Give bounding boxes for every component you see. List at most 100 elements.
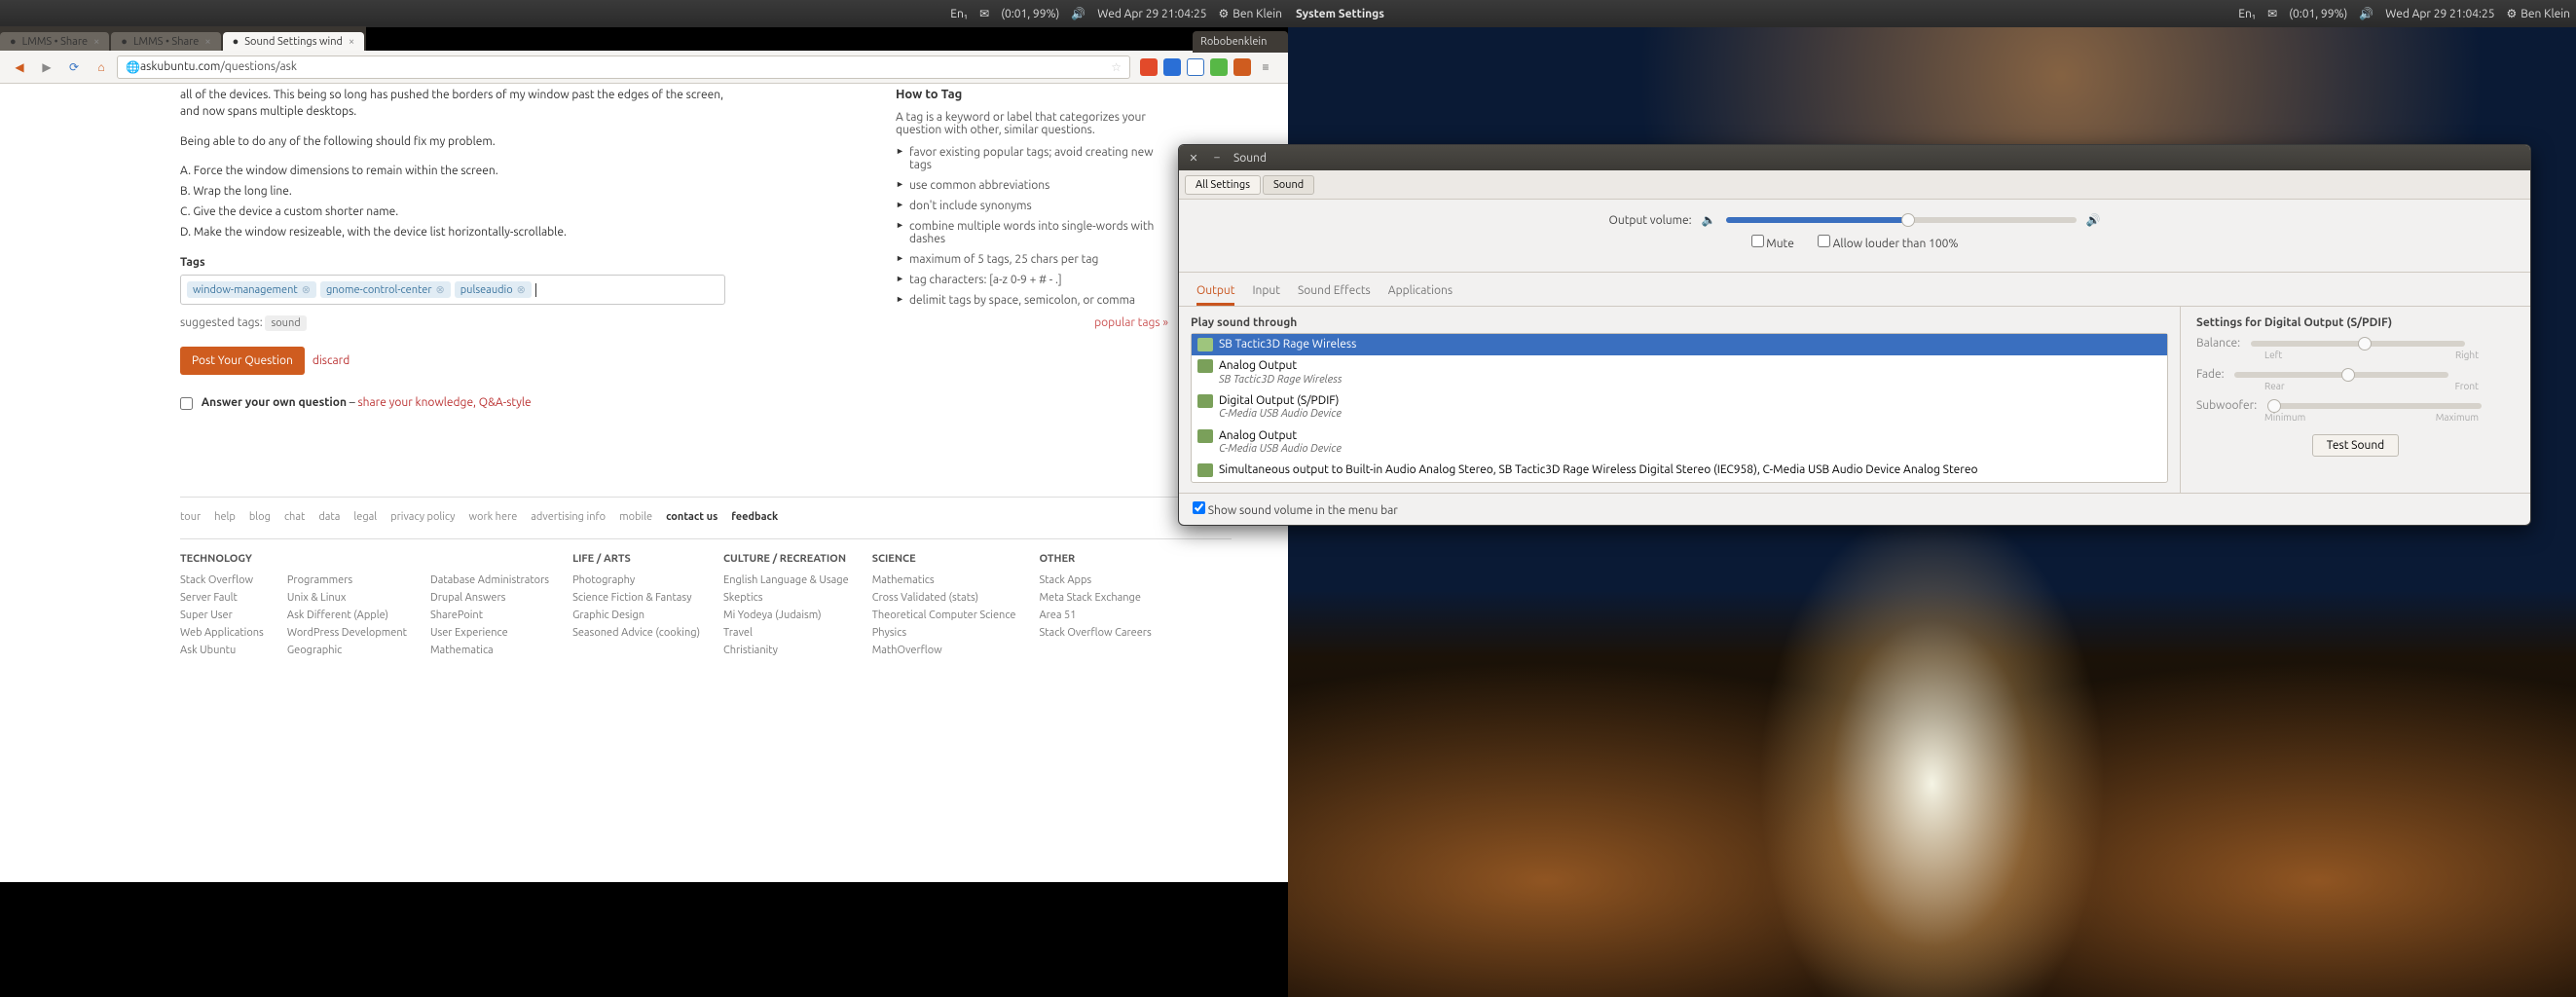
close-icon[interactable]: ✕ bbox=[1187, 151, 1200, 165]
menu-icon[interactable]: ≡ bbox=[1257, 58, 1274, 76]
minimize-icon[interactable]: – bbox=[1210, 151, 1224, 165]
address-bar[interactable]: 🌐 askubuntu.com/questions/ask ☆ bbox=[117, 55, 1130, 79]
clock[interactable]: Wed Apr 29 21:04:25 bbox=[2379, 8, 2500, 20]
window-titlebar[interactable]: ✕ – Sound bbox=[1179, 145, 2530, 170]
footer-link[interactable]: Ask Ubuntu bbox=[180, 645, 264, 656]
footer-link[interactable]: advertising info bbox=[531, 511, 606, 523]
footer-link[interactable]: legal bbox=[353, 511, 377, 523]
footer-link[interactable]: Travel bbox=[723, 627, 849, 639]
subwoofer-slider[interactable] bbox=[2267, 403, 2482, 409]
keyboard-indicator[interactable]: En₁ bbox=[2232, 8, 2262, 20]
footer-link[interactable]: Graphic Design bbox=[572, 609, 700, 621]
crumb-all-settings[interactable]: All Settings bbox=[1185, 175, 1261, 195]
footer-link[interactable]: User Experience bbox=[430, 627, 549, 639]
footer-link[interactable]: chat bbox=[284, 511, 305, 523]
footer-link[interactable]: Stack Apps bbox=[1039, 574, 1151, 586]
footer-link[interactable]: help bbox=[214, 511, 236, 523]
show-volume-checkbox[interactable]: Show sound volume in the menu bar bbox=[1193, 504, 1398, 517]
footer-link[interactable]: privacy policy bbox=[390, 511, 455, 523]
footer-link[interactable]: Mi Yodeya (Judaism) bbox=[723, 609, 849, 621]
browser-tab[interactable]: ●LMMS • Share× bbox=[111, 32, 220, 52]
volume-icon[interactable]: 🔊 bbox=[2353, 7, 2379, 20]
forward-button[interactable]: ▶ bbox=[35, 55, 58, 79]
footer-link[interactable]: Stack Overflow bbox=[180, 574, 264, 586]
volume-icon[interactable]: 🔊 bbox=[1065, 7, 1091, 20]
footer-link[interactable]: Seasoned Advice (cooking) bbox=[572, 627, 700, 639]
test-sound-button[interactable]: Test Sound bbox=[2312, 434, 2399, 457]
ext-icon[interactable] bbox=[1233, 58, 1251, 76]
footer-link[interactable]: SharePoint bbox=[430, 609, 549, 621]
balance-slider[interactable] bbox=[2251, 341, 2465, 347]
footer-link[interactable]: Server Fault bbox=[180, 592, 264, 604]
reload-button[interactable]: ⟳ bbox=[62, 55, 86, 79]
device-item[interactable]: Analog OutputSB Tactic3D Rage Wireless bbox=[1192, 355, 2167, 390]
footer-link[interactable]: Mathematica bbox=[430, 645, 549, 656]
footer-link[interactable]: Mathematics bbox=[872, 574, 1016, 586]
browser-tab[interactable]: ●Sound Settings wind× bbox=[223, 32, 365, 52]
footer-link[interactable]: Theoretical Computer Science bbox=[872, 609, 1016, 621]
footer-link[interactable]: Programmers bbox=[287, 574, 407, 586]
footer-link[interactable]: Super User bbox=[180, 609, 264, 621]
home-button[interactable]: ⌂ bbox=[90, 55, 113, 79]
footer-link[interactable]: Area 51 bbox=[1039, 609, 1151, 621]
ext-icon[interactable] bbox=[1210, 58, 1228, 76]
footer-link[interactable]: Database Administrators bbox=[430, 574, 549, 586]
battery-indicator[interactable]: (0:01, 99%) bbox=[995, 8, 1065, 20]
tag-chip[interactable]: window-management⊗ bbox=[187, 281, 316, 298]
footer-link[interactable]: Ask Different (Apple) bbox=[287, 609, 407, 621]
fade-slider[interactable] bbox=[2234, 372, 2448, 378]
mail-icon[interactable]: ✉ bbox=[2262, 7, 2283, 20]
ext-icon[interactable] bbox=[1163, 58, 1181, 76]
device-item[interactable]: Analog OutputC-Media USB Audio Device bbox=[1192, 425, 2167, 461]
ext-icon[interactable] bbox=[1187, 58, 1204, 76]
footer-link[interactable]: English Language & Usage bbox=[723, 574, 849, 586]
bookmark-icon[interactable]: ☆ bbox=[1111, 60, 1122, 74]
sound-tab[interactable]: Input bbox=[1252, 278, 1280, 306]
sound-tab[interactable]: Applications bbox=[1388, 278, 1453, 306]
allow-louder-checkbox[interactable]: Allow louder than 100% bbox=[1818, 235, 1959, 250]
mute-checkbox[interactable]: Mute bbox=[1751, 235, 1794, 250]
ext-icon[interactable] bbox=[1140, 58, 1158, 76]
footer-link[interactable]: Photography bbox=[572, 574, 700, 586]
tag-chip[interactable]: pulseaudio⊗ bbox=[455, 281, 532, 298]
back-button[interactable]: ◀ bbox=[8, 55, 31, 79]
footer-link[interactable]: Skeptics bbox=[723, 592, 849, 604]
footer-link[interactable]: contact us bbox=[666, 511, 718, 523]
device-item[interactable]: Simultaneous output to Built-in Audio An… bbox=[1192, 460, 2167, 481]
footer-link[interactable]: WordPress Development bbox=[287, 627, 407, 639]
footer-link[interactable]: feedback bbox=[731, 511, 778, 523]
footer-link[interactable]: blog bbox=[249, 511, 271, 523]
footer-link[interactable]: Science Fiction & Fantasy bbox=[572, 592, 700, 604]
answer-own-link[interactable]: share your knowledge, Q&A-style bbox=[357, 396, 531, 409]
answer-own-checkbox[interactable] bbox=[180, 397, 193, 410]
crumb-sound[interactable]: Sound bbox=[1263, 175, 1314, 195]
footer-link[interactable]: Cross Validated (stats) bbox=[872, 592, 1016, 604]
footer-link[interactable]: data bbox=[318, 511, 340, 523]
popular-tags-link[interactable]: popular tags » bbox=[1094, 316, 1168, 329]
tag-chip[interactable]: gnome-control-center⊗ bbox=[320, 281, 451, 298]
footer-link[interactable]: Meta Stack Exchange bbox=[1039, 592, 1151, 604]
footer-link[interactable]: Christianity bbox=[723, 645, 849, 656]
tags-input[interactable]: window-management⊗gnome-control-center⊗p… bbox=[180, 275, 725, 305]
footer-link[interactable]: work here bbox=[468, 511, 517, 523]
output-volume-slider[interactable] bbox=[1726, 217, 2077, 223]
battery-indicator[interactable]: (0:01, 99%) bbox=[2283, 8, 2353, 20]
device-list[interactable]: SB Tactic3D Rage WirelessAnalog OutputSB… bbox=[1191, 333, 2168, 483]
user-menu[interactable]: ⚙ Ben Klein bbox=[1213, 7, 1288, 20]
footer-link[interactable]: mobile bbox=[619, 511, 652, 523]
footer-link[interactable]: Stack Overflow Careers bbox=[1039, 627, 1151, 639]
clock[interactable]: Wed Apr 29 21:04:25 bbox=[1091, 8, 1212, 20]
device-item[interactable]: SB Tactic3D Rage Wireless bbox=[1192, 334, 2167, 355]
sound-tab[interactable]: Output bbox=[1196, 278, 1234, 306]
files-window-title[interactable]: Robobenklein bbox=[1193, 31, 1288, 53]
browser-tab[interactable]: ●LMMS • Share× bbox=[0, 32, 109, 52]
sound-tab[interactable]: Sound Effects bbox=[1298, 278, 1371, 306]
footer-link[interactable]: tour bbox=[180, 511, 201, 523]
user-menu[interactable]: ⚙ Ben Klein bbox=[2501, 7, 2576, 20]
mail-icon[interactable]: ✉ bbox=[974, 7, 995, 20]
footer-link[interactable]: MathOverflow bbox=[872, 645, 1016, 656]
footer-link[interactable]: Drupal Answers bbox=[430, 592, 549, 604]
device-item[interactable]: Digital Output (S/PDIF)C-Media USB Audio… bbox=[1192, 390, 2167, 425]
footer-link[interactable]: Unix & Linux bbox=[287, 592, 407, 604]
footer-link[interactable]: Geographic bbox=[287, 645, 407, 656]
